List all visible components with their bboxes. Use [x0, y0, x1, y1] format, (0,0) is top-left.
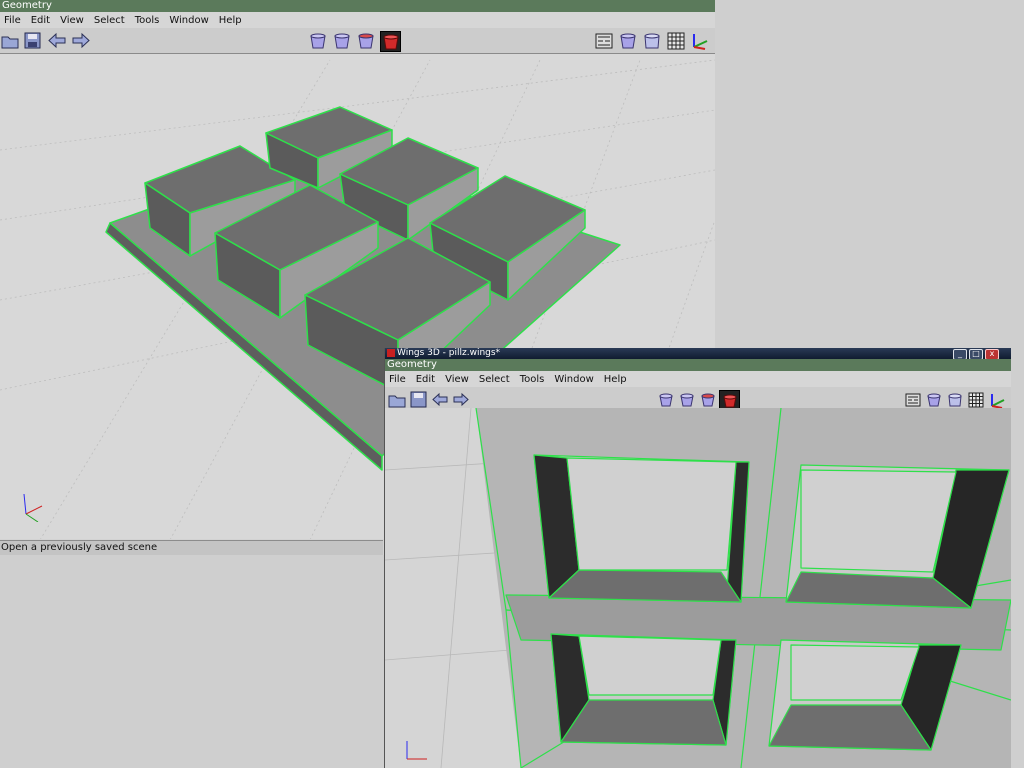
menu-view[interactable]: View — [56, 15, 90, 26]
open-folder-icon[interactable] — [387, 390, 406, 409]
menu-edit-2[interactable]: Edit — [412, 374, 441, 385]
toolbar — [0, 28, 715, 54]
smooth-preview-icon[interactable] — [642, 31, 661, 50]
edge-mode-icon[interactable] — [677, 390, 696, 409]
secondary-3d-viewport[interactable] — [385, 408, 1011, 768]
menu-select[interactable]: Select — [90, 15, 131, 26]
window-title: Geometry — [0, 0, 715, 12]
save-icon[interactable] — [409, 390, 428, 409]
grid-icon[interactable] — [666, 31, 685, 50]
status-bar: Open a previously saved scene — [0, 540, 383, 555]
redo-arrow-icon[interactable] — [451, 390, 470, 409]
axis-gizmo-icon — [401, 737, 429, 766]
window-title-2: Geometry — [385, 359, 1011, 371]
menu-bar: File Edit View Select Tools Window Help — [0, 12, 715, 29]
menu-help-2[interactable]: Help — [600, 374, 633, 385]
face-mode-icon[interactable] — [356, 31, 375, 50]
redo-arrow-icon[interactable] — [71, 31, 90, 50]
layout-icon[interactable] — [903, 390, 922, 409]
axes-icon[interactable] — [987, 390, 1006, 409]
vertex-mode-icon[interactable] — [308, 31, 327, 50]
undo-arrow-icon[interactable] — [47, 31, 66, 50]
layout-icon[interactable] — [594, 31, 613, 50]
menu-select-2[interactable]: Select — [475, 374, 516, 385]
menu-window[interactable]: Window — [165, 15, 214, 26]
menu-edit[interactable]: Edit — [27, 15, 56, 26]
axes-icon[interactable] — [690, 31, 709, 50]
vertex-mode-icon[interactable] — [656, 390, 675, 409]
open-folder-icon[interactable] — [0, 31, 19, 50]
body-mode-icon[interactable] — [380, 31, 401, 52]
menu-file-2[interactable]: File — [385, 374, 412, 385]
app-icon — [387, 349, 395, 357]
grid-icon[interactable] — [966, 390, 985, 409]
smooth-preview-icon[interactable] — [945, 390, 964, 409]
menu-view-2[interactable]: View — [441, 374, 475, 385]
os-window-title: Wings 3D - pillz.wings* — [385, 348, 1011, 359]
face-mode-icon[interactable] — [698, 390, 717, 409]
menu-tools-2[interactable]: Tools — [516, 374, 551, 385]
perspective-icon[interactable] — [924, 390, 943, 409]
perspective-icon[interactable] — [618, 31, 637, 50]
menu-window-2[interactable]: Window — [550, 374, 599, 385]
menu-bar-2: File Edit View Select Tools Window Help — [385, 371, 1011, 388]
undo-arrow-icon[interactable] — [430, 390, 449, 409]
menu-file[interactable]: File — [0, 15, 27, 26]
menu-help[interactable]: Help — [215, 15, 248, 26]
axis-gizmo-icon — [14, 492, 44, 525]
wings3d-window: Wings 3D - pillz.wings* _ □ x Geometry F… — [384, 348, 1011, 768]
menu-tools[interactable]: Tools — [131, 15, 166, 26]
edge-mode-icon[interactable] — [332, 31, 351, 50]
secondary-scene — [385, 408, 1011, 768]
save-icon[interactable] — [23, 31, 42, 50]
